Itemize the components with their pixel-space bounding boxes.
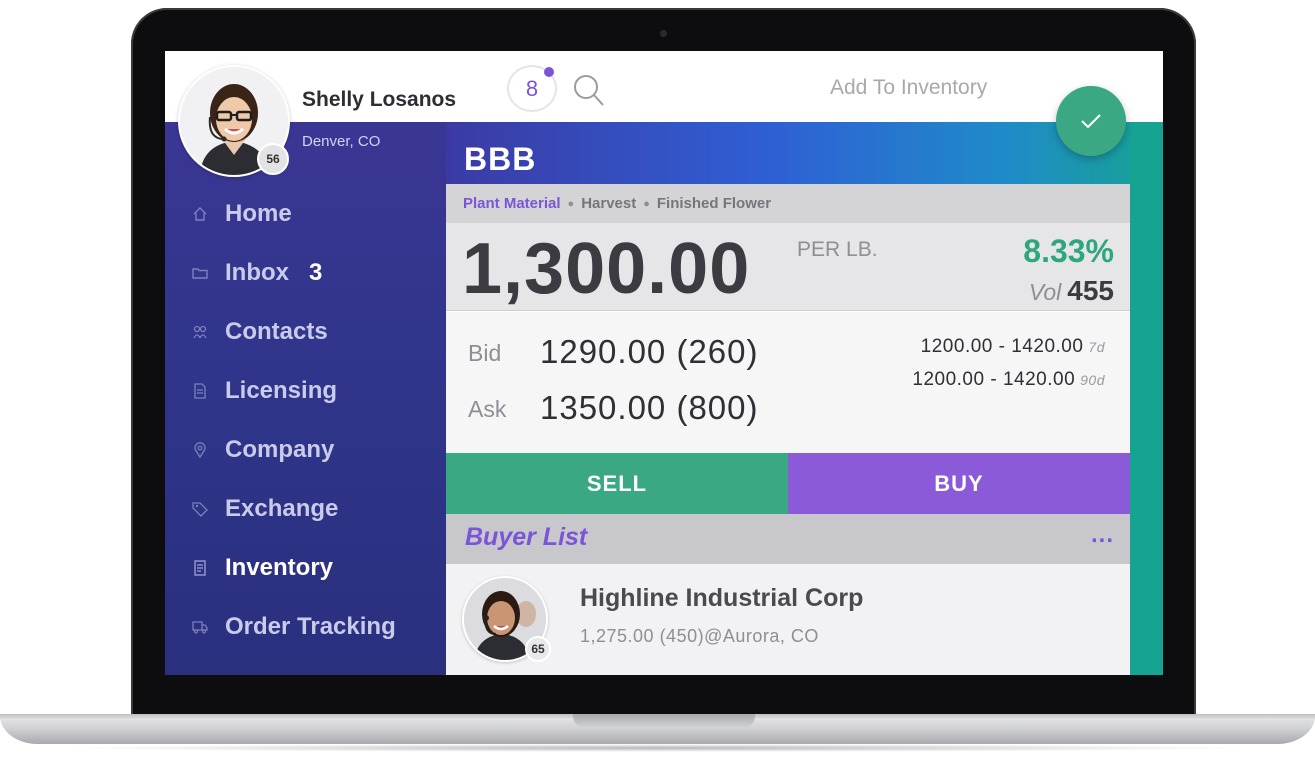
- range-period: 90d: [1080, 372, 1105, 388]
- bid-label: Bid: [468, 340, 502, 366]
- breadcrumb-item[interactable]: Plant Material: [463, 195, 561, 212]
- sidebar-item-company[interactable]: Company: [165, 430, 446, 470]
- sidebar-item-label: Exchange: [225, 495, 339, 522]
- breadcrumb-separator: ●: [567, 197, 575, 210]
- buy-button[interactable]: BUY: [788, 453, 1130, 514]
- price-value: 1,300.00: [462, 229, 751, 309]
- sidebar-item-contacts[interactable]: Contacts: [165, 312, 446, 352]
- range-90d: 1200.00 - 1420.00 90d: [912, 369, 1105, 391]
- user-level-badge: 56: [257, 143, 289, 175]
- sidebar-item-label: Inbox: [225, 259, 289, 286]
- notification-count: 8: [525, 75, 539, 101]
- camera-dot: [660, 30, 667, 37]
- sidebar-item-label: Contacts: [225, 318, 328, 345]
- breadcrumb-item[interactable]: Finished Flower: [657, 195, 771, 212]
- price-unit: PER LB.: [797, 238, 878, 261]
- buyer-level-badge: 65: [525, 636, 551, 662]
- user-location: Denver, CO: [302, 133, 381, 150]
- buyer-name: Highline Industrial Corp: [580, 584, 864, 612]
- folder-icon: [191, 264, 209, 282]
- ask-label: Ask: [468, 396, 507, 422]
- price-panel: 1,300.00 PER LB. 8.33% Vol 455: [446, 223, 1130, 311]
- location-pin-icon: [191, 441, 209, 459]
- buyer-list-header: Buyer List ...: [446, 514, 1130, 564]
- quote-panel: Bid 1290.00 (260) Ask 1350.00 (800) 1200…: [446, 312, 1130, 453]
- breadcrumb-separator: ●: [643, 197, 650, 210]
- listing-card: Plant Material ● Harvest ● Finished Flow…: [446, 184, 1130, 675]
- app-screen: 56 Shelly Losanos Denver, CO 8 Add To In…: [165, 51, 1163, 675]
- list-item[interactable]: 65 Highline Industrial Corp 1,275.00 (45…: [446, 564, 1130, 675]
- sidebar-item-exchange[interactable]: Exchange: [165, 489, 446, 529]
- sidebar-item-label: Home: [225, 200, 292, 227]
- sidebar-item-inventory[interactable]: Inventory: [165, 548, 446, 588]
- sidebar-item-label: Order Tracking: [225, 613, 396, 640]
- truck-icon: [191, 618, 209, 636]
- sidebar-item-label: Licensing: [225, 377, 338, 404]
- inbox-count-badge: 3: [309, 259, 323, 286]
- home-icon: [191, 205, 209, 223]
- user-name[interactable]: Shelly Losanos: [302, 88, 456, 112]
- range-period: 7d: [1088, 339, 1105, 355]
- laptop-shadow: [60, 744, 1255, 752]
- breadcrumb: Plant Material ● Harvest ● Finished Flow…: [446, 184, 1130, 223]
- confirm-button[interactable]: [1056, 86, 1126, 156]
- volume-value: 455: [1067, 275, 1114, 306]
- search-icon[interactable]: [570, 72, 608, 110]
- range-7d: 1200.00 - 1420.00 7d: [921, 336, 1105, 358]
- sidebar-item-label: Inventory: [225, 554, 334, 581]
- tag-icon: [191, 500, 209, 518]
- sell-button[interactable]: SELL: [446, 453, 788, 514]
- document-icon: [191, 382, 209, 400]
- range-value: 1200.00 - 1420.00: [920, 336, 1084, 357]
- volume: Vol 455: [1029, 275, 1114, 307]
- sidebar-item-home[interactable]: Home: [165, 194, 446, 234]
- add-to-inventory-link[interactable]: Add To Inventory: [830, 76, 987, 100]
- notification-dot: [544, 67, 554, 77]
- sidebar-item-licensing[interactable]: Licensing: [165, 371, 446, 411]
- breadcrumb-item[interactable]: Harvest: [581, 195, 636, 212]
- sidebar-item-order-tracking[interactable]: Order Tracking: [165, 607, 446, 647]
- price-change: 8.33%: [1023, 233, 1114, 269]
- contacts-icon: [191, 323, 209, 341]
- bid-value: 1290.00 (260): [540, 333, 759, 370]
- buyer-list-title: Buyer List: [465, 523, 588, 551]
- checkmark-icon: [1081, 114, 1101, 129]
- volume-label: Vol: [1028, 279, 1062, 305]
- ask-value: 1350.00 (800): [540, 389, 759, 426]
- buyer-list-more-button[interactable]: ...: [1091, 521, 1114, 549]
- list-icon: [191, 559, 209, 577]
- sidebar-item-label: Company: [225, 436, 335, 463]
- buyer-detail: 1,275.00 (450)@Aurora, CO: [580, 626, 819, 646]
- right-accent-strip: [1130, 122, 1163, 675]
- listing-symbol: BBB: [464, 141, 537, 177]
- laptop-notch: [573, 714, 755, 728]
- range-value: 1200.00 - 1420.00: [912, 369, 1076, 390]
- sidebar-item-inbox[interactable]: Inbox 3: [165, 253, 446, 293]
